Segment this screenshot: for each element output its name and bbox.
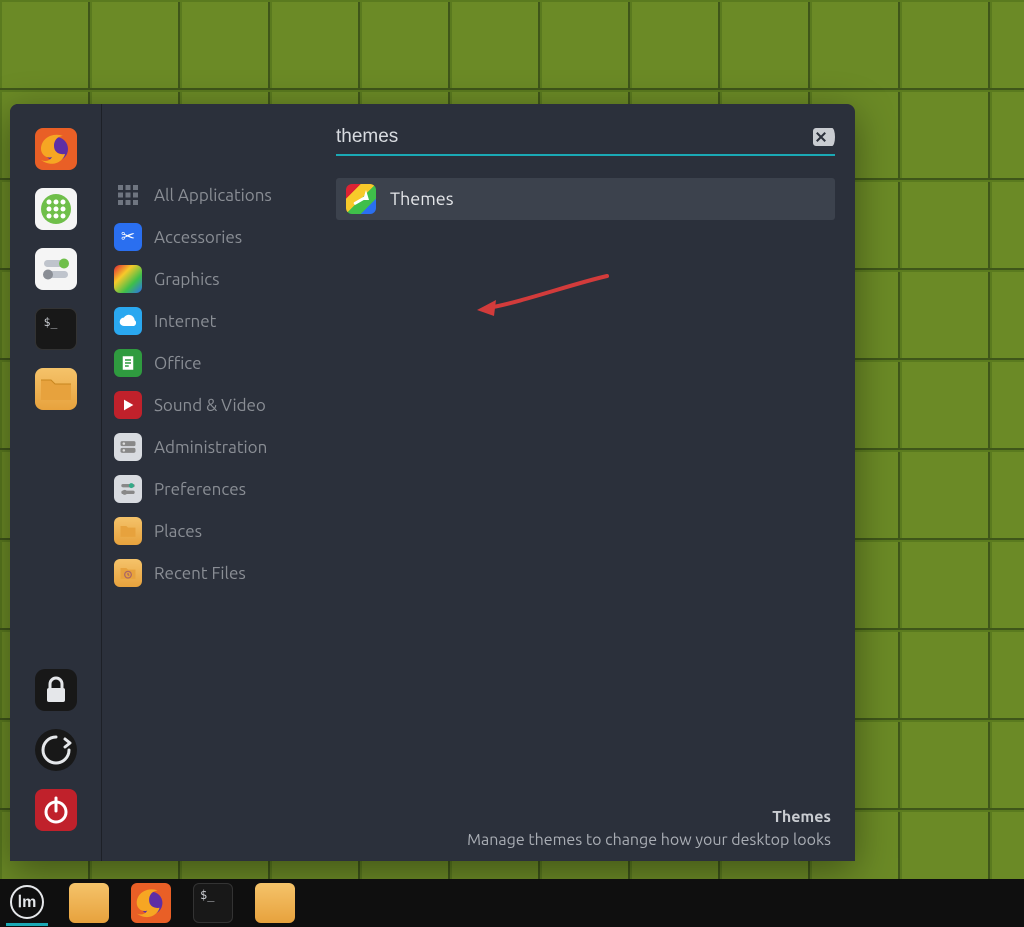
clear-search-button[interactable] <box>813 128 835 146</box>
all-apps-launcher[interactable] <box>35 188 77 230</box>
result-description-text: Manage themes to change how your desktop… <box>328 829 831 851</box>
files-launcher[interactable] <box>35 368 77 410</box>
results-area: Themes Themes Manage themes to change ho… <box>320 104 855 861</box>
scissors-icon: ✂ <box>114 223 142 251</box>
category-places[interactable]: Places <box>102 510 320 552</box>
grid-icon <box>114 181 142 209</box>
folder-icon <box>35 368 77 410</box>
category-label: Places <box>154 522 202 541</box>
preferences-icon <box>114 475 142 503</box>
category-office[interactable]: Office <box>102 342 320 384</box>
category-label: Graphics <box>154 270 220 289</box>
result-description-title: Themes <box>328 806 831 828</box>
category-recent-files[interactable]: Recent Files <box>102 552 320 594</box>
categories-column: All Applications ✂ Accessories Graphics … <box>102 104 320 861</box>
toggles-icon <box>35 248 77 290</box>
terminal-icon: $_ <box>36 309 76 349</box>
files-taskbar-2[interactable] <box>254 882 296 924</box>
terminal-taskbar[interactable]: $_ <box>192 882 234 924</box>
lock-screen-button[interactable] <box>35 669 77 711</box>
category-label: Administration <box>154 438 267 457</box>
mint-logo-icon: ⅼm <box>10 885 44 919</box>
themes-icon <box>346 184 376 214</box>
graphics-icon <box>114 265 142 293</box>
result-description: Themes Manage themes to change how your … <box>328 806 835 851</box>
firefox-taskbar[interactable] <box>130 882 172 924</box>
apps-grid-icon <box>35 188 77 230</box>
play-icon <box>114 391 142 419</box>
category-label: Recent Files <box>154 564 246 583</box>
terminal-launcher[interactable]: $_ <box>35 308 77 350</box>
folder-icon <box>69 883 109 923</box>
lock-icon <box>35 669 77 711</box>
search-input[interactable] <box>336 126 813 148</box>
logout-icon <box>35 729 77 771</box>
category-internet[interactable]: Internet <box>102 300 320 342</box>
logout-button[interactable] <box>35 729 77 771</box>
system-settings-launcher[interactable] <box>35 248 77 290</box>
category-sound-video[interactable]: Sound & Video <box>102 384 320 426</box>
svg-text:$_: $_ <box>43 315 57 329</box>
category-label: Internet <box>154 312 216 331</box>
category-graphics[interactable]: Graphics <box>102 258 320 300</box>
power-icon <box>35 789 77 831</box>
category-all-applications[interactable]: All Applications <box>102 174 320 216</box>
firefox-launcher[interactable] <box>35 128 77 170</box>
firefox-icon <box>35 128 77 170</box>
taskbar: ⅼm $_ <box>0 879 1024 927</box>
admin-icon <box>114 433 142 461</box>
category-preferences[interactable]: Preferences <box>102 468 320 510</box>
folder-icon <box>255 883 295 923</box>
favorites-column: $_ <box>10 104 102 861</box>
application-menu: $_ All Applications ✂ Accessories <box>10 104 855 861</box>
firefox-icon <box>131 883 171 923</box>
category-label: Preferences <box>154 480 246 499</box>
results-list: Themes <box>336 178 835 220</box>
category-label: All Applications <box>154 186 272 205</box>
category-label: Office <box>154 354 202 373</box>
category-accessories[interactable]: ✂ Accessories <box>102 216 320 258</box>
cloud-icon <box>114 307 142 335</box>
files-taskbar[interactable] <box>68 882 110 924</box>
recent-icon <box>114 559 142 587</box>
category-administration[interactable]: Administration <box>102 426 320 468</box>
category-label: Sound & Video <box>154 396 266 415</box>
category-label: Accessories <box>154 228 242 247</box>
search-row <box>336 126 835 156</box>
menu-button[interactable]: ⅼm <box>6 881 48 926</box>
terminal-icon: $_ <box>193 883 233 923</box>
folder-icon <box>114 517 142 545</box>
result-themes[interactable]: Themes <box>336 178 835 220</box>
document-icon <box>114 349 142 377</box>
result-label: Themes <box>390 189 454 209</box>
power-button[interactable] <box>35 789 77 831</box>
